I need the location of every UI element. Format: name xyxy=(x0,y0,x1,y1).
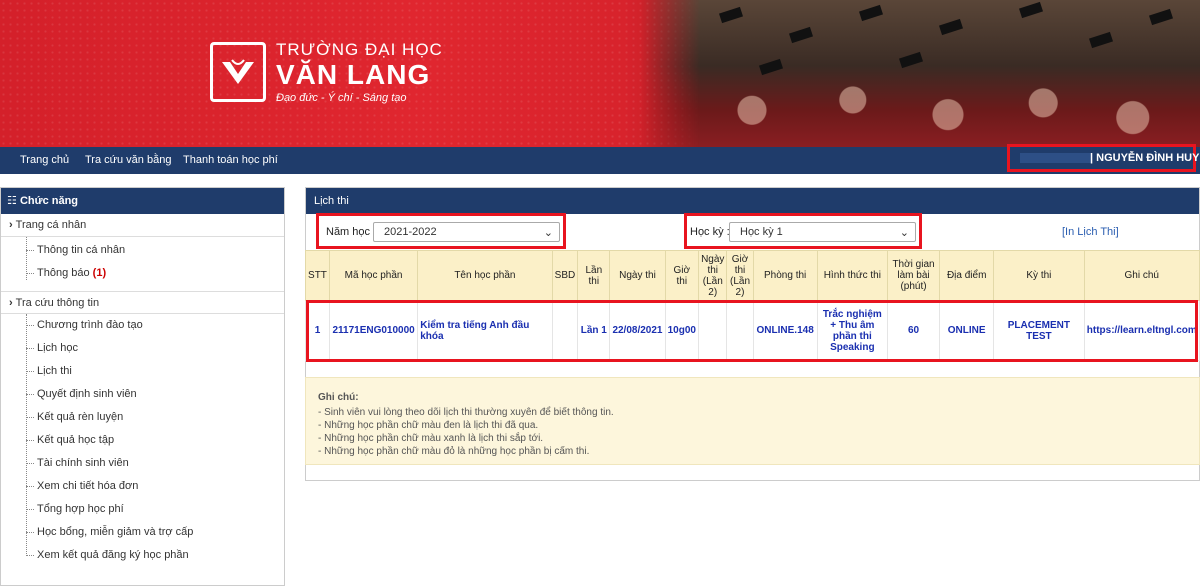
user-menu[interactable]: | NGUYỄN ĐÌNH HUY ▾ xyxy=(1007,144,1200,172)
note-line: - Sinh viên vui lòng theo dõi lịch thi t… xyxy=(318,407,614,418)
sidebar-item-conduct-results[interactable]: Kết quả rèn luyện xyxy=(1,406,284,429)
sidebar-item-class-schedule[interactable]: Lịch học xyxy=(1,337,284,360)
chevron-right-icon: › xyxy=(9,297,13,309)
col-exam-session: Kỳ thi xyxy=(993,250,1085,301)
col-exam-date-2: Ngày thi (Lần 2) xyxy=(698,250,728,301)
col-exam-time: Giờ thi xyxy=(664,250,700,301)
notes-box: Ghi chú: - Sinh viên vui lòng theo dõi l… xyxy=(305,377,1200,465)
header-banner: TRƯỜNG ĐẠI HỌC VĂN LANG Đạo đức - Ý chí … xyxy=(0,0,1200,147)
sidebar-item-tuition-summary[interactable]: Tổng hợp học phí xyxy=(1,498,284,521)
note-line: - Những học phần chữ màu xanh là lịch th… xyxy=(318,433,544,444)
sidebar-item-student-decisions[interactable]: Quyết định sinh viên xyxy=(1,383,284,406)
nav-tuition-payment[interactable]: Thanh toán học phí xyxy=(183,147,278,174)
sidebar-item-invoice-details[interactable]: Xem chi tiết hóa đơn xyxy=(1,475,284,498)
school-logo[interactable]: TRƯỜNG ĐẠI HỌC VĂN LANG Đạo đức - Ý chí … xyxy=(210,40,443,104)
sidebar-item-profile[interactable]: Thông tin cá nhân xyxy=(1,239,284,262)
table-header-row: STT Mã học phần Tên học phần SBD Lần thi… xyxy=(305,250,1200,301)
sidebar-item-exam-schedule[interactable]: Lịch thi xyxy=(1,360,284,383)
redacted-student-id xyxy=(1020,153,1092,163)
note-line: - Những học phần chữ màu đen là lịch thi… xyxy=(318,420,539,431)
col-note: Ghi chú xyxy=(1083,250,1200,301)
sidebar: ☷ Chức năng › Trang cá nhân Thông tin cá … xyxy=(0,187,285,586)
sidebar-item-academic-results[interactable]: Kết quả học tập xyxy=(1,429,284,452)
row-highlight xyxy=(306,300,1198,362)
sidebar-group-lookup[interactable]: › Tra cứu thông tin xyxy=(1,291,284,314)
sidebar-item-student-finance[interactable]: Tài chính sinh viên xyxy=(1,452,284,475)
term-label: Học kỳ : xyxy=(690,226,730,238)
col-course-name: Tên học phần xyxy=(417,250,553,301)
col-exam-time-2: Giờ thi (Lần 2) xyxy=(726,250,754,301)
year-select[interactable]: 2021-2022 ⌄ xyxy=(373,222,560,242)
col-sbd: SBD xyxy=(551,250,579,301)
sidebar-item-notifications[interactable]: Thông báo (1) xyxy=(1,262,284,285)
school-emblem-icon xyxy=(210,42,266,102)
school-slogan: Đạo đức - Ý chí - Sáng tạo xyxy=(276,92,407,104)
nav-degree-lookup[interactable]: Tra cứu văn bằng xyxy=(85,147,171,174)
graduation-photo xyxy=(640,0,1200,147)
chevron-right-icon: › xyxy=(9,219,13,231)
sidebar-item-curriculum[interactable]: Chương trình đào tạo xyxy=(1,314,284,337)
year-select-value: 2021-2022 xyxy=(384,226,437,238)
col-stt: STT xyxy=(305,250,330,301)
nav-home[interactable]: Trang chủ xyxy=(20,147,69,174)
sidebar-header: ☷ Chức năng xyxy=(1,188,284,214)
term-select-value: Học kỳ 1 xyxy=(740,226,783,238)
chevron-down-icon: ⌄ xyxy=(543,227,553,239)
year-label: Năm học : xyxy=(326,226,377,238)
sidebar-title: Chức năng xyxy=(19,195,79,207)
notes-title: Ghi chú: xyxy=(318,392,359,403)
grid-icon: ☷ xyxy=(7,195,17,207)
col-course-code: Mã học phần xyxy=(328,250,419,301)
col-exam-date: Ngày thi xyxy=(609,250,666,301)
school-name-line1: TRƯỜNG ĐẠI HỌC xyxy=(276,40,443,59)
col-room: Phòng thi xyxy=(752,250,818,301)
col-attempt: Lần thi xyxy=(577,250,611,301)
print-exam-schedule-link[interactable]: [In Lịch Thi] xyxy=(1062,226,1119,238)
col-duration: Thời gian làm bài (phút) xyxy=(886,250,941,301)
school-name-line2: VĂN LANG xyxy=(276,59,431,90)
col-format: Hình thức thi xyxy=(816,250,888,301)
col-location: Địa điểm xyxy=(939,250,995,301)
term-select[interactable]: Học kỳ 1 ⌄ xyxy=(729,222,916,242)
notification-count-badge: (1) xyxy=(92,267,107,279)
note-line: - Những học phần chữ màu đỏ là những học… xyxy=(318,446,590,457)
chevron-down-icon: ⌄ xyxy=(899,227,909,239)
user-name: | NGUYỄN ĐÌNH HUY ▾ xyxy=(1090,152,1200,164)
sidebar-item-registration-results[interactable]: Xem kết quả đăng ký học phần xyxy=(1,544,284,567)
sidebar-group-personal[interactable]: › Trang cá nhân xyxy=(1,214,284,237)
panel-title: Lịch thi xyxy=(306,188,1199,214)
sidebar-item-scholarships[interactable]: Học bổng, miễn giảm và trợ cấp xyxy=(1,521,284,544)
